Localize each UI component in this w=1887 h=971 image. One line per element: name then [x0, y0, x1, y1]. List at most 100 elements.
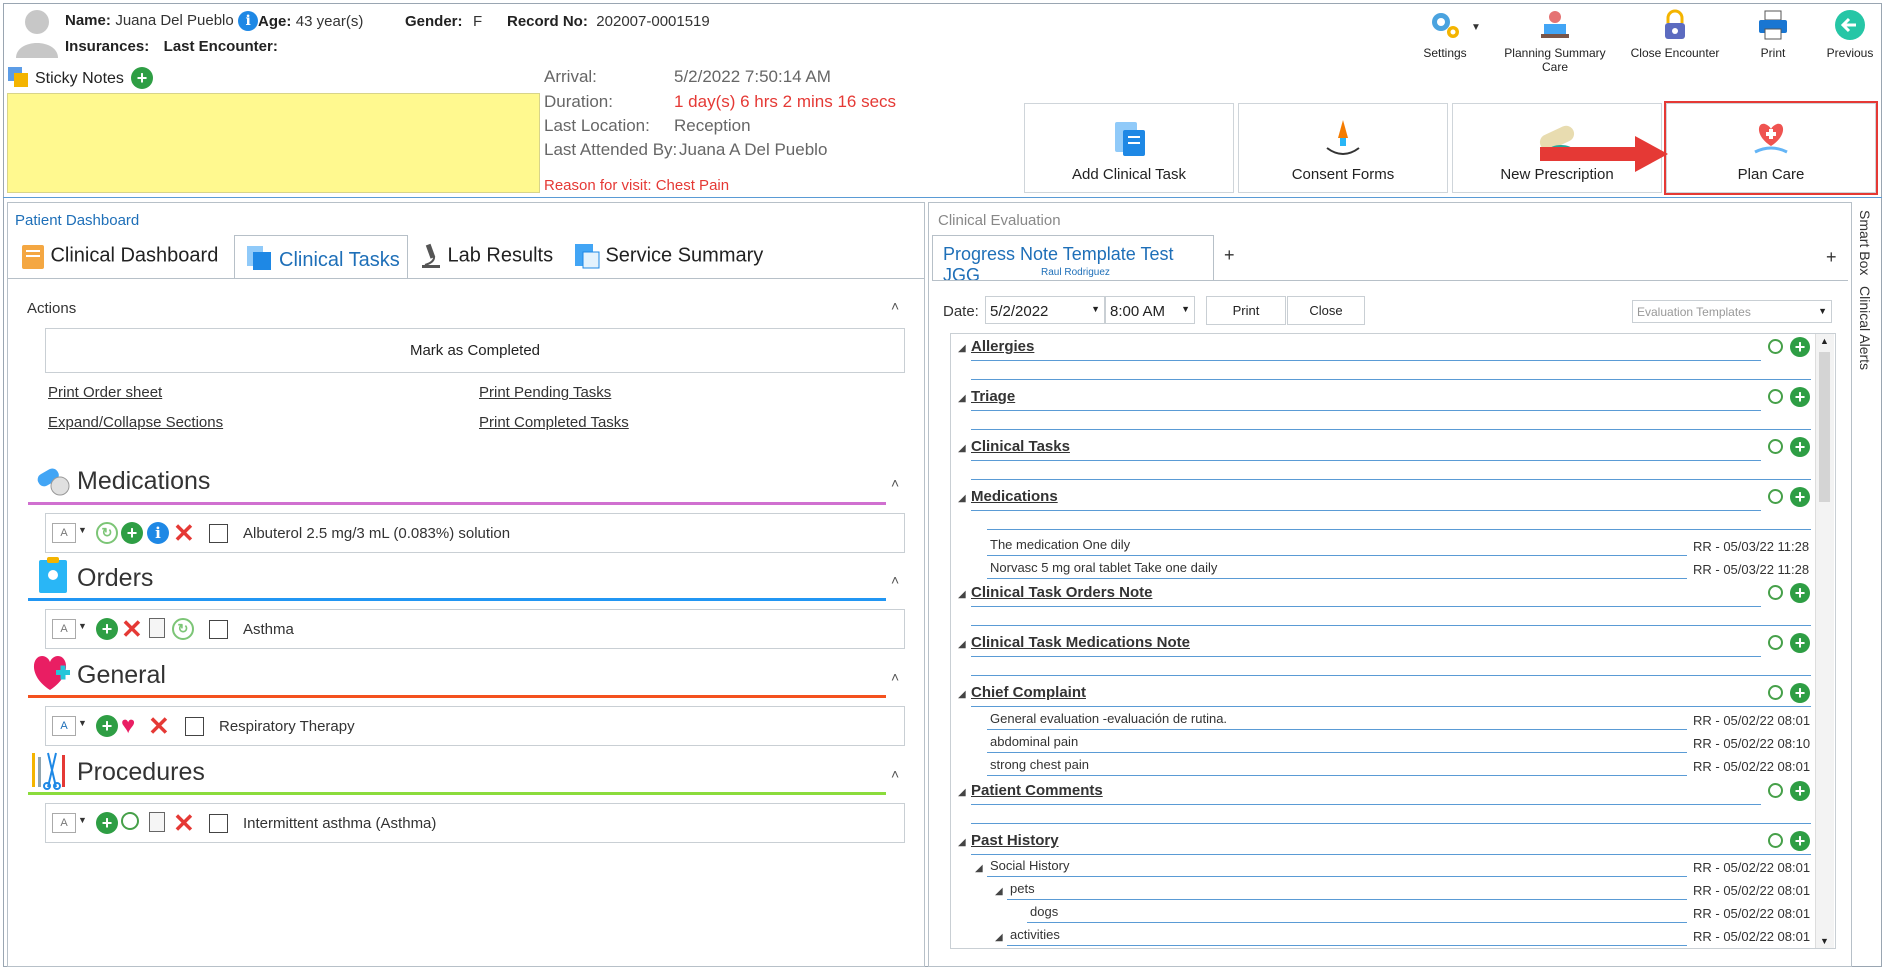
print-order-sheet-link[interactable]: Print Order sheet	[48, 384, 162, 401]
dropdown-icon[interactable]: ▼	[78, 815, 87, 825]
medications-collapse-icon[interactable]: ˄	[891, 475, 899, 491]
scrollbar[interactable]: ▲ ▼	[1815, 334, 1834, 948]
med-note-section-title[interactable]: Clinical Task Medications Note	[971, 634, 1190, 651]
alarm-clock-icon[interactable]	[1768, 439, 1783, 454]
tab-clinical-dashboard[interactable]: Clinical Dashboard	[20, 242, 218, 270]
add-medication-icon[interactable]: +	[1790, 487, 1810, 507]
procedure-checkbox[interactable]	[209, 814, 228, 833]
alarm-clock-icon[interactable]	[1768, 489, 1783, 504]
alarm-clock-icon[interactable]	[1768, 339, 1783, 354]
tab-progress-note[interactable]: Progress Note Template Test JGG Raul Rod…	[932, 235, 1214, 285]
add-icon[interactable]: +	[121, 522, 143, 544]
dropdown-icon[interactable]: ▼	[78, 718, 87, 728]
time-dropdown-icon[interactable]: ▼	[1181, 304, 1190, 314]
alarm-clock-icon[interactable]	[1768, 783, 1783, 798]
smart-box-side-tab[interactable]: Smart Box	[1855, 210, 1875, 280]
clinical-tasks-toggle-icon[interactable]: ◢	[958, 443, 966, 454]
delete-icon[interactable]: ✕	[173, 810, 195, 836]
text-format-icon[interactable]: A	[52, 523, 76, 543]
add-history-icon[interactable]: +	[1790, 831, 1810, 851]
print-completed-tasks-link[interactable]: Print Completed Tasks	[479, 414, 629, 431]
add-order-note-icon[interactable]: +	[1790, 583, 1810, 603]
patient-comments-toggle-icon[interactable]: ◢	[958, 787, 966, 798]
general-collapse-icon[interactable]: ˄	[891, 669, 899, 685]
tab-clinical-tasks[interactable]: Clinical Tasks	[234, 235, 408, 279]
actions-collapse-icon[interactable]: ˄	[891, 298, 899, 314]
delete-icon[interactable]: ✕	[148, 713, 170, 739]
eval-print-button[interactable]: Print	[1206, 296, 1286, 325]
add-tab-right-icon[interactable]: +	[1826, 247, 1837, 268]
delete-icon[interactable]: ✕	[173, 520, 195, 546]
expand-collapse-link[interactable]: Expand/Collapse Sections	[48, 414, 223, 431]
clinical-tasks-section-title[interactable]: Clinical Tasks	[971, 438, 1070, 455]
sticky-note-area[interactable]	[7, 93, 540, 193]
add-icon[interactable]: +	[96, 715, 118, 737]
allergies-section-title[interactable]: Allergies	[971, 338, 1034, 355]
settings-button[interactable]: Settings	[1410, 8, 1480, 60]
add-tab-icon[interactable]: +	[1224, 245, 1235, 266]
eval-close-button[interactable]: Close	[1287, 296, 1365, 325]
alarm-clock-icon[interactable]	[1768, 685, 1783, 700]
heart-icon[interactable]: ♥	[121, 713, 135, 739]
alarm-clock-icon[interactable]	[1768, 389, 1783, 404]
general-checkbox[interactable]	[185, 717, 204, 736]
scroll-up-icon[interactable]: ▲	[1820, 336, 1829, 346]
chief-complaint-section-title[interactable]: Chief Complaint	[971, 684, 1086, 701]
print-pending-tasks-link[interactable]: Print Pending Tasks	[479, 384, 611, 401]
past-history-section-title[interactable]: Past History	[971, 832, 1059, 849]
dropdown-icon[interactable]: ▼	[78, 621, 87, 631]
orders-note-section-title[interactable]: Clinical Task Orders Note	[971, 584, 1152, 601]
procedures-collapse-icon[interactable]: ˄	[891, 766, 899, 782]
alarm-clock-icon[interactable]	[1768, 833, 1783, 848]
add-triage-icon[interactable]: +	[1790, 387, 1810, 407]
medications-eval-section-title[interactable]: Medications	[971, 488, 1058, 505]
evaluation-templates-select[interactable]: Evaluation Templates ▼	[1632, 300, 1832, 323]
refresh-icon[interactable]: ↻	[96, 522, 118, 544]
dropdown-icon[interactable]: ▼	[78, 525, 87, 535]
alarm-clock-icon[interactable]	[121, 812, 139, 830]
allergies-toggle-icon[interactable]: ◢	[958, 343, 966, 354]
clinical-alerts-side-tab[interactable]: Clinical Alerts	[1855, 286, 1875, 376]
patient-comments-section-title[interactable]: Patient Comments	[971, 782, 1103, 799]
text-format-icon[interactable]: A	[52, 813, 76, 833]
templates-dropdown-icon[interactable]: ▼	[1818, 306, 1827, 316]
add-allergy-icon[interactable]: +	[1790, 337, 1810, 357]
triage-toggle-icon[interactable]: ◢	[958, 393, 966, 404]
med-note-toggle-icon[interactable]: ◢	[958, 639, 966, 650]
tab-lab-results[interactable]: Lab Results	[419, 242, 553, 270]
close-encounter-button[interactable]: Close Encounter	[1625, 8, 1725, 60]
text-format-icon[interactable]: A	[52, 716, 76, 736]
alarm-clock-icon[interactable]	[1768, 585, 1783, 600]
social-history-toggle-icon[interactable]: ◢	[975, 863, 983, 874]
delete-icon[interactable]: ✕	[121, 616, 143, 642]
print-button[interactable]: Print	[1748, 8, 1798, 60]
add-clinical-task-button[interactable]: Add Clinical Task	[1024, 103, 1234, 193]
add-icon[interactable]: +	[96, 618, 118, 640]
settings-dropdown-icon[interactable]: ▼	[1471, 22, 1481, 33]
activities-toggle-icon[interactable]: ◢	[995, 932, 1003, 943]
consent-forms-button[interactable]: Consent Forms	[1238, 103, 1448, 193]
mark-completed-button[interactable]: Mark as Completed	[45, 328, 905, 373]
text-format-icon[interactable]: A	[52, 619, 76, 639]
date-dropdown-icon[interactable]: ▼	[1091, 304, 1100, 314]
triage-section-title[interactable]: Triage	[971, 388, 1015, 405]
add-comment-icon[interactable]: +	[1790, 781, 1810, 801]
time-input[interactable]: 8:00 AM ▼	[1105, 296, 1195, 324]
document-add-icon[interactable]	[149, 618, 165, 638]
info-icon[interactable]: i	[147, 522, 169, 544]
orders-collapse-icon[interactable]: ˄	[891, 572, 899, 588]
alarm-clock-icon[interactable]	[1768, 635, 1783, 650]
add-sticky-note-icon[interactable]: +	[131, 67, 153, 89]
order-checkbox[interactable]	[209, 620, 228, 639]
medication-checkbox[interactable]	[209, 524, 228, 543]
refresh-icon[interactable]: ↻	[172, 618, 194, 640]
document-add-icon[interactable]	[149, 812, 165, 832]
chief-complaint-toggle-icon[interactable]: ◢	[958, 689, 966, 700]
medications-toggle-icon[interactable]: ◢	[958, 493, 966, 504]
past-history-toggle-icon[interactable]: ◢	[958, 837, 966, 848]
date-input[interactable]: 5/2/2022 ▼	[985, 296, 1105, 324]
add-icon[interactable]: +	[96, 812, 118, 834]
add-clinical-task-icon[interactable]: +	[1790, 437, 1810, 457]
planning-summary-button[interactable]: Planning Summary Care	[1490, 8, 1620, 74]
add-complaint-icon[interactable]: +	[1790, 683, 1810, 703]
